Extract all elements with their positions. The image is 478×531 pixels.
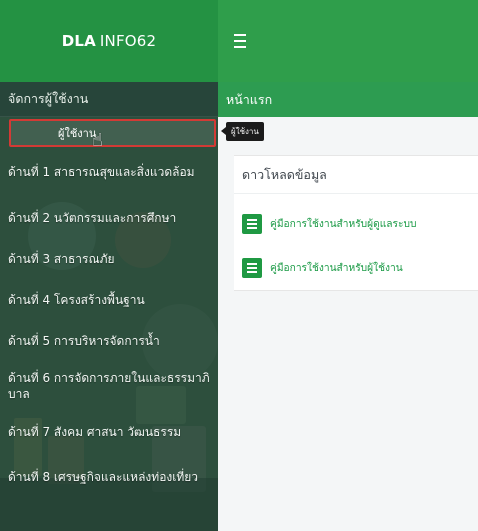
document-icon (242, 258, 262, 278)
page-title: หน้าแรก (218, 82, 478, 117)
top-navbar: DLA INFO62 (0, 0, 478, 82)
sidebar: จัดการผู้ใช้งาน ผู้ใช้งาน ☝ ด้านที่ 1 สา… (0, 82, 218, 531)
hamburger-icon[interactable] (234, 34, 250, 48)
sidebar-menu: ด้านที่ 1 สาธารณสุขและสิ่งแวดล้อม ด้านที… (0, 147, 218, 502)
brand-text: INFO62 (99, 32, 157, 50)
sidebar-item-label: ด้านที่ 7 สังคม ศาสนา วัฒนธรรม (8, 424, 182, 439)
sidebar-item-users[interactable]: ผู้ใช้งาน ☝ (9, 119, 216, 150)
sidebar-item-label: ผู้ใช้งาน (58, 127, 97, 140)
sidebar-item-label: ด้านที่ 4 โครงสร้างพื้นฐาน (8, 292, 145, 307)
sidebar-item-label: ด้านที่ 3 สาธารณภัย (8, 251, 115, 266)
sidebar-item-society-culture[interactable]: ด้านที่ 7 สังคม ศาสนา วัฒนธรรม (0, 411, 218, 452)
sidebar-item-label: ด้านที่ 1 สาธารณสุขและสิ่งแวดล้อม (8, 165, 195, 179)
download-link-label: คู่มือการใช้งานสำหรับผู้ดูแลระบบ (270, 219, 417, 230)
download-admin-manual[interactable]: คู่มือการใช้งานสำหรับผู้ดูแลระบบ (234, 202, 478, 246)
sidebar-item-governance[interactable]: ด้านที่ 6 การจัดการภายในและธรรมาภิบาล (0, 361, 218, 411)
sidebar-item-label: ด้านที่ 2 นวัตกรรมและการศึกษา (8, 210, 177, 225)
users-tooltip: ผู้ใช้งาน (221, 122, 264, 141)
download-panel: ดาวโหลดข้อมูล คู่มือการใช้งานสำหรับผู้ดู… (234, 155, 478, 291)
download-user-manual[interactable]: คู่มือการใช้งานสำหรับผู้ใช้งาน (234, 246, 478, 290)
sidebar-item-disaster[interactable]: ด้านที่ 3 สาธารณภัย (0, 238, 218, 279)
sidebar-item-innovation-education[interactable]: ด้านที่ 2 นวัตกรรมและการศึกษา (0, 197, 218, 238)
download-panel-title: ดาวโหลดข้อมูล (234, 156, 478, 194)
main-content: หน้าแรก ดาวโหลดข้อมูล คู่มือการใช้งานสำห… (218, 82, 478, 531)
hamburger-line-icon (234, 34, 246, 36)
sidebar-section-title: จัดการผู้ใช้งาน (0, 82, 218, 117)
document-icon (242, 214, 262, 234)
sidebar-item-infrastructure[interactable]: ด้านที่ 4 โครงสร้างพื้นฐาน (0, 279, 218, 320)
download-list: คู่มือการใช้งานสำหรับผู้ดูแลระบบ คู่มือก… (234, 194, 478, 290)
sidebar-item-label: ด้านที่ 6 การจัดการภายในและธรรมาภิบาล (8, 371, 210, 401)
hamburger-line-icon (234, 40, 246, 42)
hamburger-line-icon (234, 46, 246, 48)
sidebar-item-economy-tourism[interactable]: ด้านที่ 8 เศรษฐกิจและแหล่งท่องเที่ยว (0, 452, 218, 502)
download-link-label: คู่มือการใช้งานสำหรับผู้ใช้งาน (270, 263, 403, 274)
sidebar-item-label: ด้านที่ 8 เศรษฐกิจและแหล่งท่องเที่ยว (8, 470, 199, 484)
sidebar-item-label: ด้านที่ 5 การบริหารจัดการน้ำ (8, 333, 160, 348)
app-window: DLA INFO62 จัดการผู้ใช้งาน ผู้ใช้งาน ☝ ด… (0, 0, 478, 531)
sidebar-item-water-management[interactable]: ด้านที่ 5 การบริหารจัดการน้ำ (0, 320, 218, 361)
brand-logo[interactable]: DLA INFO62 (0, 0, 218, 82)
brand-bold-text: DLA (61, 32, 96, 50)
sidebar-item-public-health[interactable]: ด้านที่ 1 สาธารณสุขและสิ่งแวดล้อม (0, 147, 218, 197)
